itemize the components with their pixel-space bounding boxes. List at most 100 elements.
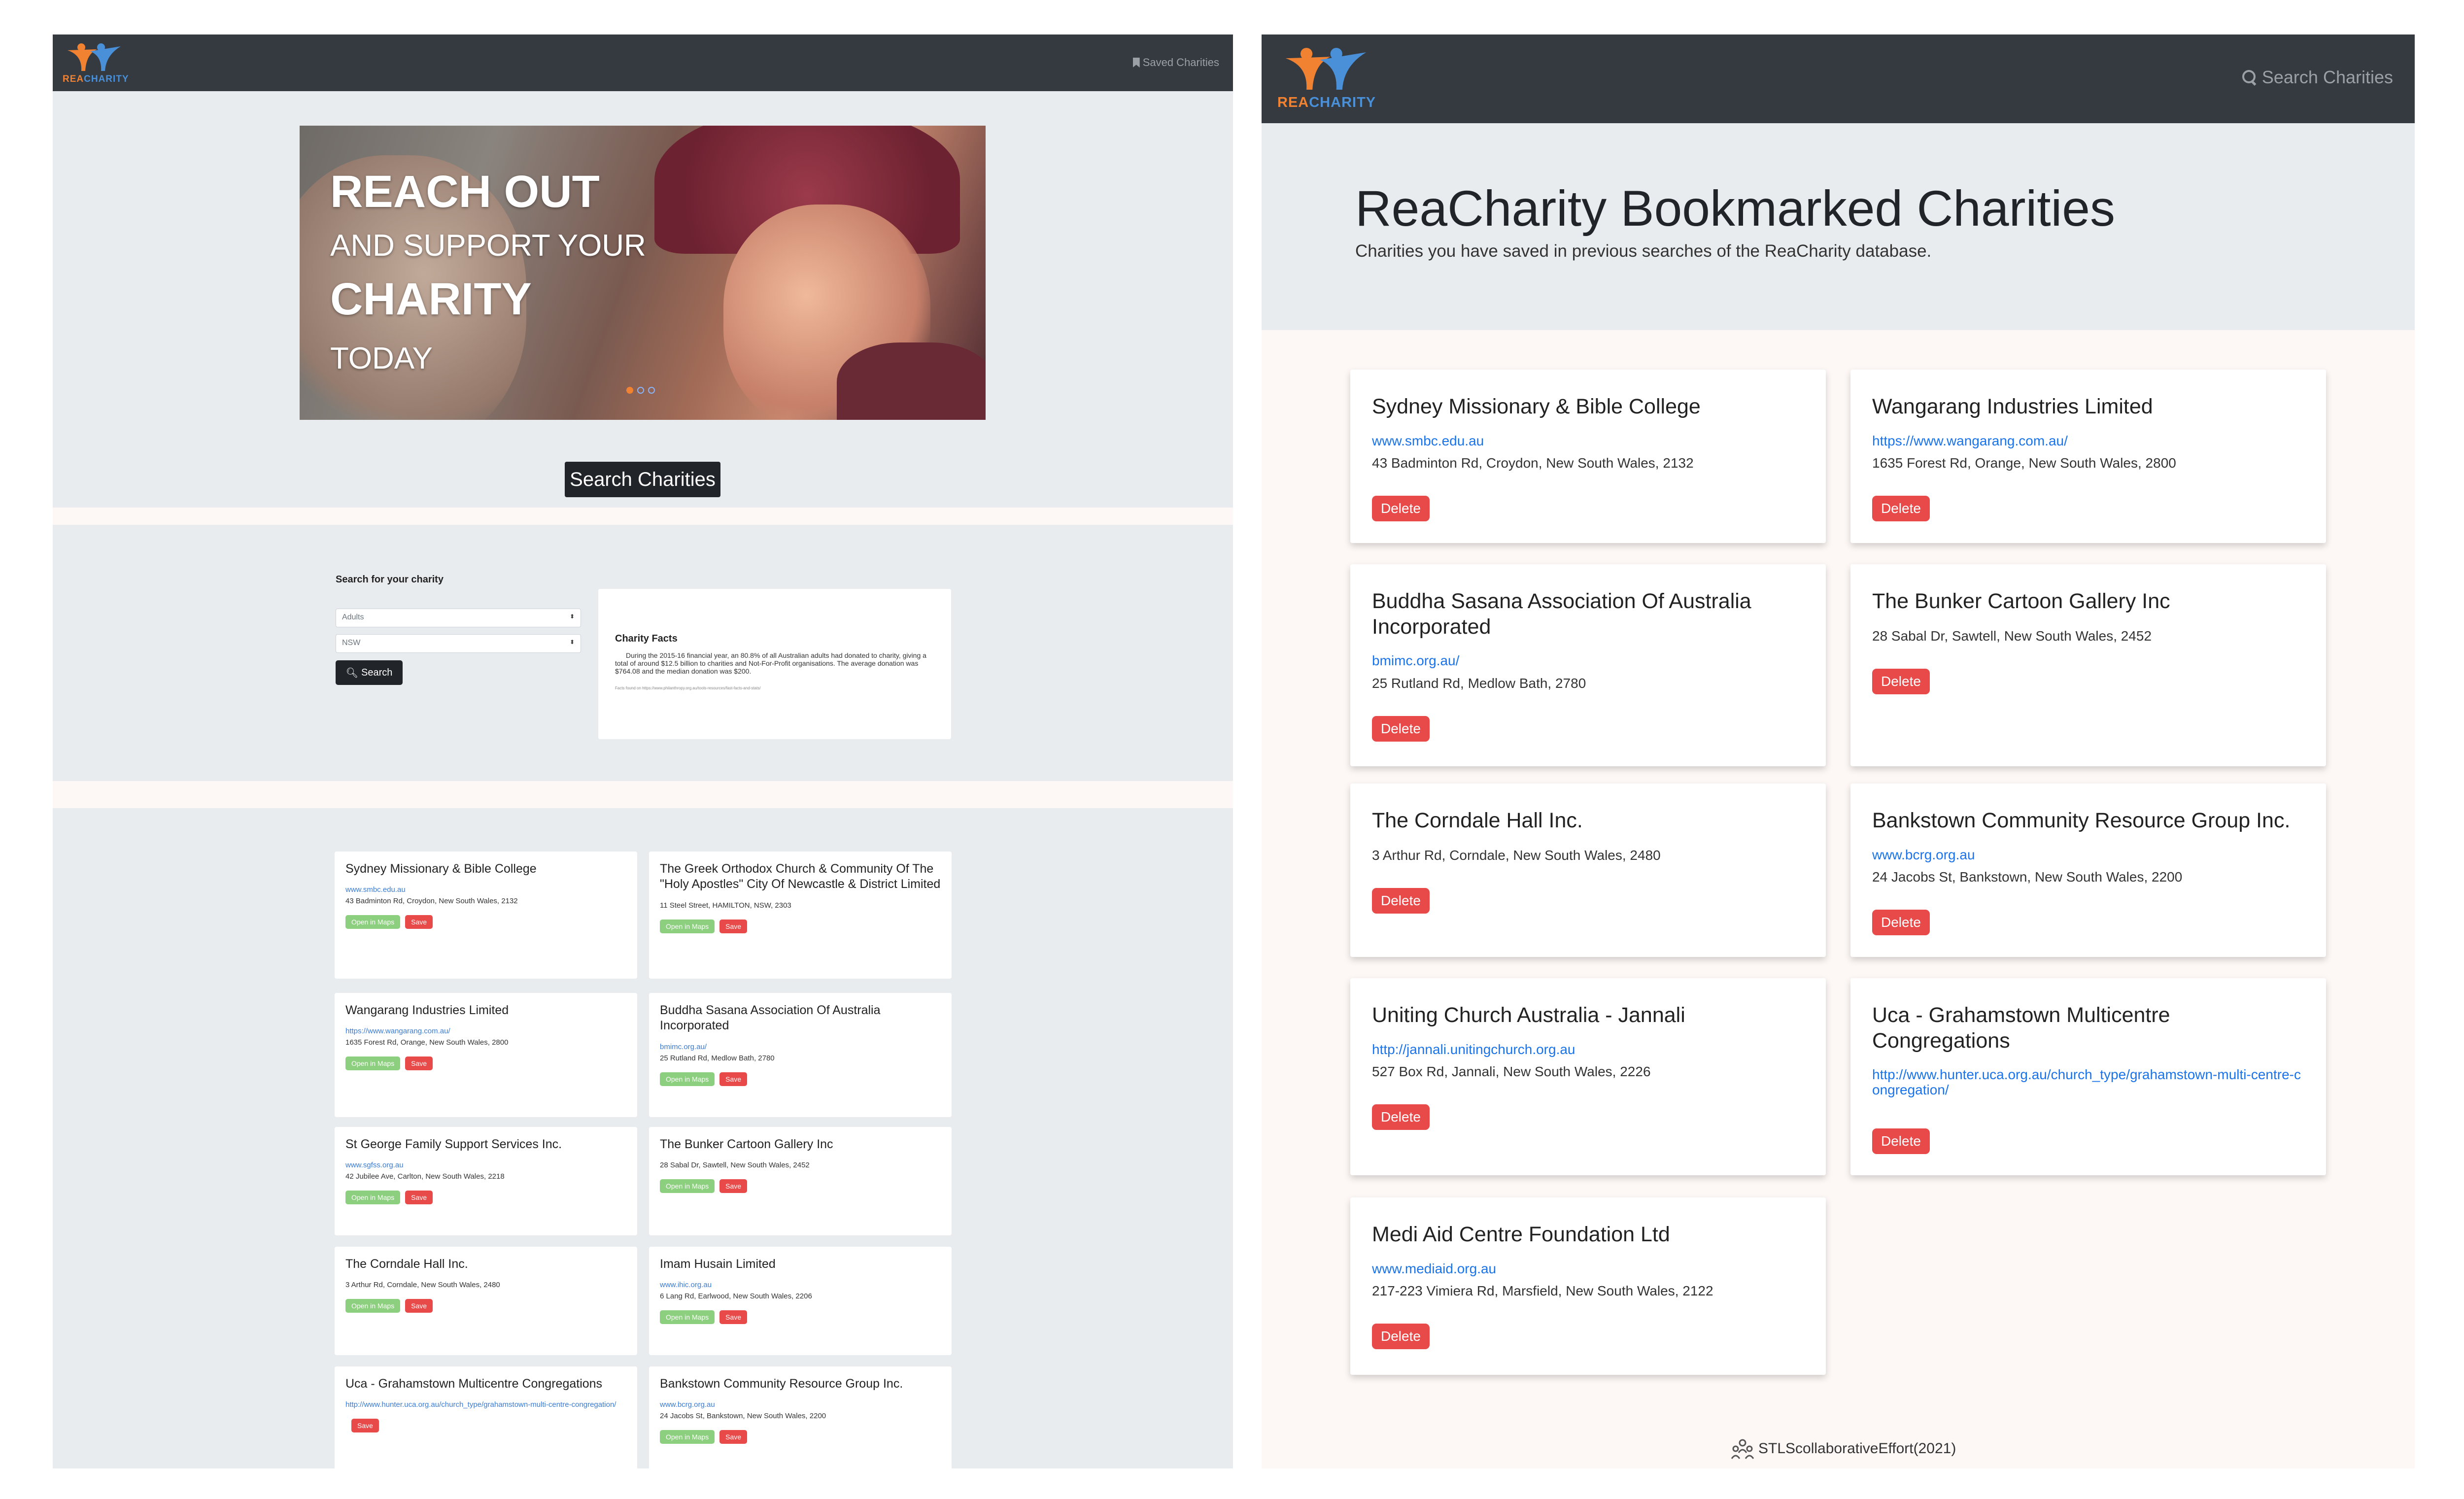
save-button[interactable]: Save [719,1310,748,1325]
footer-text: STLScollaborativeEffort(2021) [1758,1440,1956,1457]
bookmark-address: 25 Rutland Rd, Medlow Bath, 2780 [1372,675,1586,691]
carousel-indicators [626,387,655,394]
bookmark-url[interactable]: www.bcrg.org.au [1872,847,2304,863]
result-title: The Bunker Cartoon Gallery Inc [660,1137,833,1151]
hero-section: REACH OUT AND SUPPORT YOUR CHARITY TODAY… [53,91,1233,508]
result-card: The Greek Orthodox Church & Community Of… [649,852,952,979]
bookmark-title: Sydney Missionary & Bible College [1372,395,1701,418]
open-in-maps-button[interactable]: Open in Maps [345,915,401,929]
delete-button[interactable]: Delete [1372,1104,1430,1130]
save-button[interactable]: Save [405,1191,433,1205]
result-address: 42 Jubilee Ave, Carlton, New South Wales… [345,1172,505,1181]
bookmark-url[interactable]: www.smbc.edu.au [1372,433,1804,449]
section-divider [53,781,1233,808]
delete-button[interactable]: Delete [1872,668,1930,694]
saved-charities-link[interactable]: Saved Charities [1132,56,1219,69]
open-in-maps-button[interactable]: Open in Maps [660,919,715,933]
save-button[interactable]: Save [405,915,433,929]
state-select-value: NSW [342,639,361,647]
bookmark-title: Bankstown Community Resource Group Inc. [1872,809,2291,832]
delete-button[interactable]: Delete [1872,496,1930,522]
charity-facts-title: Charity Facts [615,633,678,644]
result-title: The Corndale Hall Inc. [345,1257,468,1271]
search-button[interactable]: 🔍︎ Search [336,660,403,685]
bookmark-url[interactable]: https://www.wangarang.com.au/ [1872,433,2304,449]
bookmark-url[interactable]: http://www.hunter.uca.org.au/church_type… [1872,1067,2304,1098]
bookmark-url[interactable]: http://jannali.unitingchurch.org.au [1372,1042,1804,1057]
result-url[interactable]: www.ihic.org.au [660,1281,941,1289]
logo[interactable]: REACHARITY [63,40,129,87]
open-in-maps-button[interactable]: Open in Maps [660,1310,715,1325]
carousel-dot[interactable] [648,387,655,394]
search-button-label: Search [361,667,393,678]
result-title: Imam Husain Limited [660,1257,776,1271]
bookmark-url[interactable]: bmimc.org.au/ [1372,653,1804,669]
delete-button[interactable]: Delete [1372,1324,1430,1350]
bookmark-url[interactable]: www.mediaid.org.au [1372,1261,1804,1277]
search-charities-link[interactable]: Search Charities [2242,67,2393,88]
search-charities-label: Search Charities [2261,67,2393,87]
page-header: ReaCharity Bookmarked Charities Charitie… [1262,123,2415,330]
delete-button[interactable]: Delete [1372,715,1430,742]
results-section: Sydney Missionary & Bible College www.sm… [53,808,1233,1468]
result-card: Wangarang Industries Limited https://www… [335,993,637,1117]
save-button[interactable]: Save [405,1299,433,1313]
bookmark-card: Medi Aid Centre Foundation Ltd www.media… [1350,1197,1826,1375]
result-url[interactable]: bmimc.org.au/ [660,1043,941,1051]
open-in-maps-button[interactable]: Open in Maps [345,1056,401,1071]
save-button[interactable]: Save [351,1419,379,1433]
bookmark-card: Uca - Grahamstown Multicentre Congregati… [1850,978,2326,1175]
bookmarks-page-screenshot: REACHARITY Search Charities ReaCharity B… [1262,34,2415,1468]
save-button[interactable]: Save [719,1072,748,1086]
delete-button[interactable]: Delete [1372,496,1430,522]
hero-line-2: AND SUPPORT YOUR [330,229,646,263]
bookmark-title: Wangarang Industries Limited [1872,395,2153,418]
bookmark-card: Sydney Missionary & Bible College www.sm… [1350,370,1826,543]
save-button[interactable]: Save [719,1430,748,1444]
delete-button[interactable]: Delete [1872,1128,1930,1154]
bookmark-card: Buddha Sasana Association Of Australia I… [1350,564,1826,766]
delete-button[interactable]: Delete [1372,887,1430,914]
result-address: 25 Rutland Rd, Medlow Bath, 2780 [660,1054,775,1062]
category-select[interactable]: Adults ⬍ [336,609,581,627]
result-card: The Bunker Cartoon Gallery Inc 28 Sabal … [649,1127,952,1235]
hero-photo-shirt [837,342,986,420]
save-button[interactable]: Save [405,1056,433,1071]
navbar: REACHARITY Search Charities [1262,34,2415,123]
state-select[interactable]: NSW ⬍ [336,634,581,653]
result-card: Uca - Grahamstown Multicentre Congregati… [335,1366,637,1468]
hero-line-3: CHARITY [330,274,532,324]
hero-line-1: REACH OUT [330,167,600,217]
logo-people-icon [1285,48,1367,90]
save-button[interactable]: Save [719,1179,748,1193]
result-url[interactable]: https://www.wangarang.com.au/ [345,1027,626,1035]
category-select-value: Adults [342,613,364,621]
open-in-maps-button[interactable]: Open in Maps [660,1430,715,1444]
charity-facts-text: During the 2015-16 financial year, an 80… [615,651,926,676]
page-title: ReaCharity Bookmarked Charities [1355,180,2115,237]
result-card: Buddha Sasana Association Of Australia I… [649,993,952,1117]
carousel-dot[interactable] [637,387,644,394]
save-button[interactable]: Save [719,919,748,933]
result-url[interactable]: www.sgfss.org.au [345,1161,626,1169]
bookmark-card: The Corndale Hall Inc. 3 Arthur Rd, Corn… [1350,784,1826,957]
navbar: REACHARITY Saved Charities [53,34,1233,91]
result-url[interactable]: www.bcrg.org.au [660,1400,941,1409]
result-url[interactable]: www.smbc.edu.au [345,886,626,894]
result-title: Sydney Missionary & Bible College [345,862,537,876]
open-in-maps-button[interactable]: Open in Maps [660,1072,715,1086]
search-title: Search for your charity [336,574,444,585]
bookmark-card: Bankstown Community Resource Group Inc. … [1850,784,2326,957]
logo[interactable]: REACHARITY [1277,43,1376,117]
open-in-maps-button[interactable]: Open in Maps [660,1179,715,1193]
open-in-maps-button[interactable]: Open in Maps [345,1191,401,1205]
delete-button[interactable]: Delete [1872,910,1930,936]
result-url[interactable]: http://www.hunter.uca.org.au/church_type… [345,1400,626,1409]
result-card: Imam Husain Limited www.ihic.org.au 6 La… [649,1247,952,1355]
search-charities-button[interactable]: Search Charities [565,462,720,497]
hero-carousel[interactable]: REACH OUT AND SUPPORT YOUR CHARITY TODAY [300,126,986,420]
carousel-dot[interactable] [626,387,633,394]
open-in-maps-button[interactable]: Open in Maps [345,1299,401,1313]
section-divider [53,508,1233,525]
bookmark-address: 43 Badminton Rd, Croydon, New South Wale… [1372,455,1694,471]
